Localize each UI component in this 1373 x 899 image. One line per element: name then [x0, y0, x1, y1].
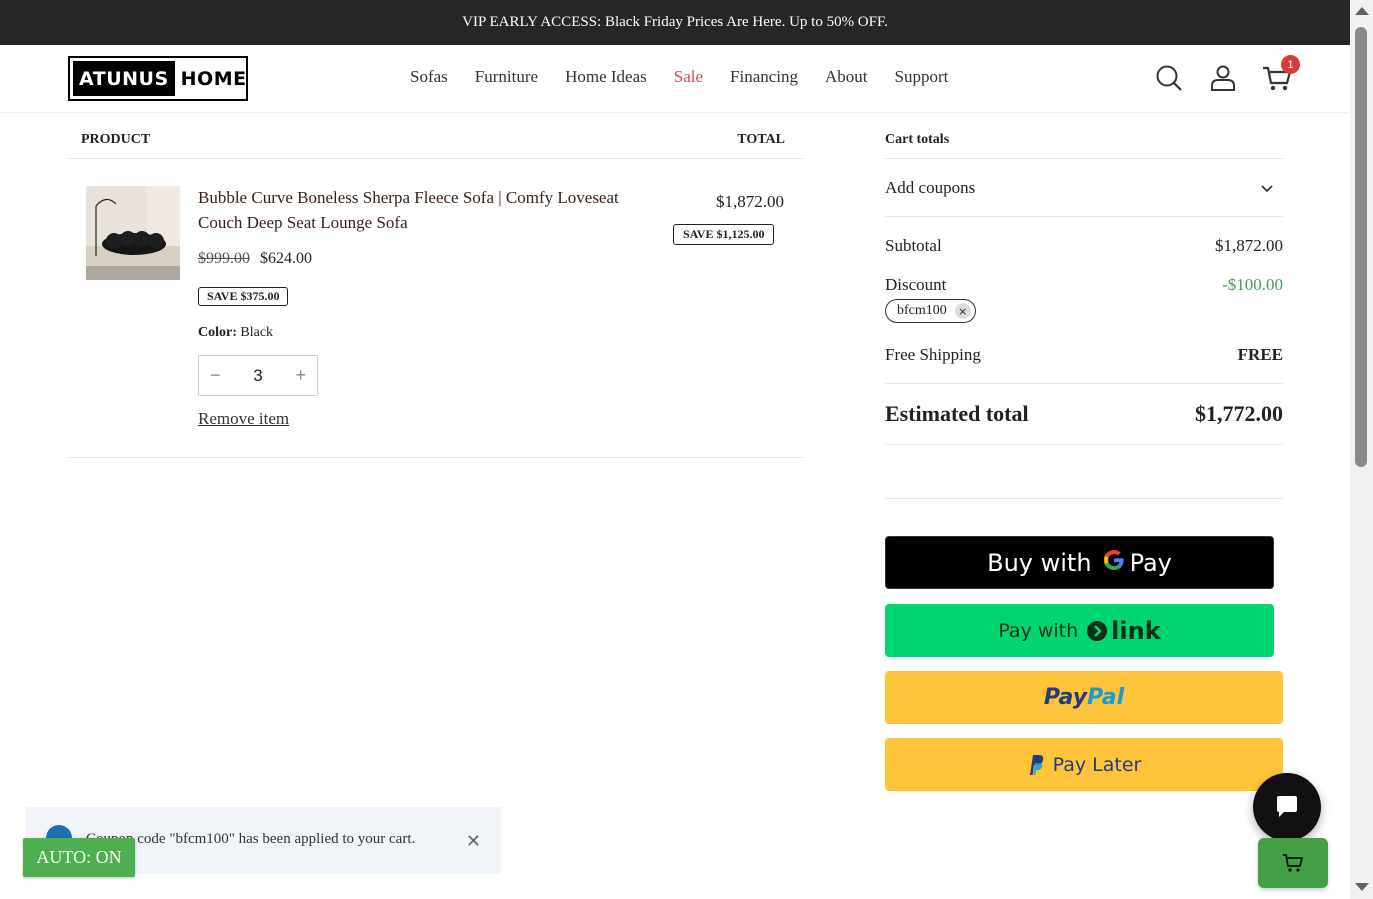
scroll-thumb[interactable] [1355, 27, 1367, 467]
nav-about[interactable]: About [825, 67, 868, 87]
subtotal-row: Subtotal $1,872.00 [885, 236, 1283, 256]
discount-label: Discount [885, 275, 947, 294]
paypal-p-icon [1029, 754, 1043, 775]
nav-sofas[interactable]: Sofas [410, 67, 448, 87]
paypal-logo-part-1: Pay [1043, 685, 1088, 710]
table-divider [68, 457, 803, 458]
link-brand-text: link [1111, 616, 1161, 645]
subtotal-label: Subtotal [885, 236, 942, 255]
line-total: $1,872.00 [716, 192, 784, 211]
account-icon[interactable] [1208, 61, 1238, 95]
total-header: TOTAL [737, 132, 785, 147]
link-brand: link [1086, 617, 1161, 645]
site-logo[interactable]: ATUNUS HOME [68, 56, 248, 101]
nav-support[interactable]: Support [895, 67, 949, 87]
subtotal-value: $1,872.00 [1215, 236, 1283, 255]
product-prices: $999.00 $624.00 [198, 250, 312, 268]
cart-icon [1283, 854, 1304, 872]
discount-row: Discount -$100.00 [885, 275, 1283, 295]
page-scrollbar[interactable] [1350, 0, 1373, 899]
link-pay-button[interactable]: Pay with link [885, 604, 1274, 657]
scroll-down-arrow-icon[interactable] [1355, 883, 1369, 891]
toast-message: Coupon code "bfcm100" has been applied t… [86, 831, 416, 847]
header-icons: 1 [1154, 55, 1300, 95]
cart-icon[interactable]: 1 [1262, 55, 1300, 95]
main-nav: Sofas Furniture Home Ideas Sale Financin… [410, 67, 975, 87]
announcement-bar: VIP EARLY ACCESS: Black Friday Prices Ar… [0, 0, 1350, 45]
logo-part-2: HOME [180, 67, 247, 90]
remove-coupon-button[interactable]: × [954, 303, 971, 319]
add-coupons-toggle[interactable]: Add coupons [885, 159, 1283, 217]
cart-table-header: PRODUCT TOTAL [68, 120, 803, 159]
color-value: Black [240, 325, 274, 340]
decrease-button[interactable]: − [210, 365, 221, 386]
logo-part-1: ATUNUS [73, 61, 175, 96]
gpay-prefix: Buy with [987, 548, 1092, 577]
shipping-label: Free Shipping [885, 344, 981, 364]
auto-toggle-button[interactable]: AUTO: ON [23, 838, 135, 877]
nav-furniture[interactable]: Furniture [475, 67, 538, 87]
toast-close-button[interactable]: ✕ [466, 831, 481, 852]
color-line: Color: Black [198, 325, 273, 341]
google-pay-button[interactable]: Buy with Pay [885, 536, 1274, 589]
shipping-value: FREE [1237, 344, 1283, 364]
site-header: ATUNUS HOME Sofas Furniture Home Ideas S… [0, 45, 1350, 113]
nav-sale[interactable]: Sale [674, 67, 703, 87]
sale-price: $624.00 [260, 250, 312, 267]
search-icon[interactable] [1154, 61, 1184, 95]
nav-home-ideas[interactable]: Home Ideas [565, 67, 647, 87]
quantity-stepper: − 3 + [198, 355, 318, 396]
product-name[interactable]: Bubble Curve Boneless Sherpa Fleece Sofa… [198, 185, 658, 235]
chat-button[interactable] [1253, 773, 1321, 841]
google-g-icon [1102, 548, 1126, 578]
pay-later-label: Pay Later [1052, 753, 1142, 776]
estimated-total-value: $1,772.00 [1195, 401, 1283, 426]
cart-totals-title: Cart totals [885, 120, 1283, 159]
cart-divider [885, 498, 1283, 499]
item-save-badge: SAVE $375.00 [198, 287, 289, 306]
cart-count-badge: 1 [1281, 55, 1300, 74]
link-arrow-icon [1087, 620, 1108, 641]
link-prefix: Pay with [998, 619, 1079, 642]
scroll-up-arrow-icon[interactable] [1355, 7, 1369, 15]
color-label: Color: [198, 325, 237, 340]
increase-button[interactable]: + [295, 365, 306, 386]
discount-value: -$100.00 [1222, 275, 1283, 294]
announcement-text: VIP EARLY ACCESS: Black Friday Prices Ar… [462, 14, 888, 30]
estimated-total-label: Estimated total [885, 401, 1029, 426]
chevron-down-icon [1261, 184, 1273, 192]
coupon-code: bfcm100 [897, 303, 947, 318]
quantity-value[interactable]: 3 [253, 366, 262, 386]
remove-item-link[interactable]: Remove item [198, 409, 289, 429]
estimated-total-row: Estimated total $1,772.00 [885, 383, 1283, 445]
gpay-suffix: Pay [1129, 548, 1172, 577]
original-price: $999.00 [198, 250, 250, 267]
shipping-row: Free Shipping FREE [885, 342, 1283, 367]
paypal-logo-part-2: Pal [1087, 685, 1125, 710]
product-header: PRODUCT [81, 132, 151, 147]
paypal-button[interactable]: Pay Pal [885, 671, 1283, 724]
add-coupons-label: Add coupons [885, 177, 976, 197]
floating-cart-button[interactable] [1258, 838, 1328, 888]
line-save-badge: SAVE $1,125.00 [673, 224, 775, 245]
cart-totals-panel: Cart totals Add coupons Subtotal $1,872.… [885, 120, 1283, 445]
paypal-pay-later-button[interactable]: Pay Later [885, 738, 1283, 791]
chat-icon [1277, 796, 1297, 817]
coupon-chip: bfcm100 × [885, 299, 976, 323]
product-thumbnail[interactable] [86, 186, 180, 280]
nav-financing[interactable]: Financing [730, 67, 798, 87]
